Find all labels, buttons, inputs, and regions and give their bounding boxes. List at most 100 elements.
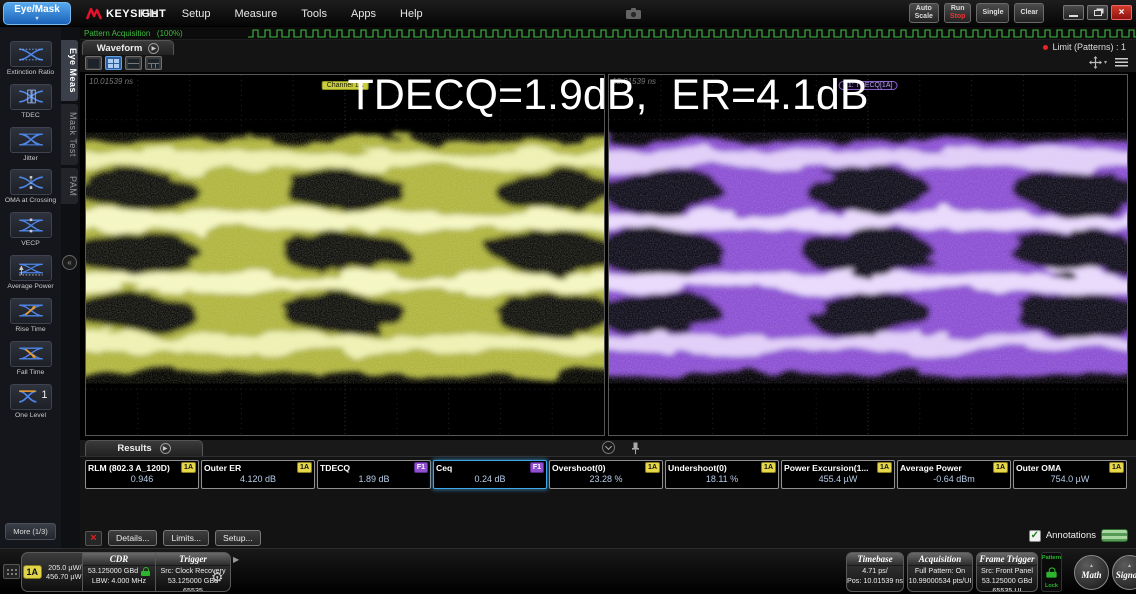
measurement-buttons: Extinction Ratio TDEC Jitter OMA at Cros… — [0, 27, 61, 548]
waveform-tab-label: Waveform — [97, 43, 143, 54]
limits-button[interactable]: Limits... — [163, 530, 209, 546]
play-icon[interactable]: ▶ — [148, 43, 159, 54]
close-button[interactable]: × — [1111, 5, 1132, 20]
menu-tools[interactable]: Tools — [301, 8, 327, 20]
clear-button[interactable]: Clear — [1014, 3, 1044, 23]
minimize-button[interactable] — [1063, 5, 1084, 20]
math-label: Math — [1081, 571, 1101, 580]
display-menu-icon[interactable] — [1115, 58, 1128, 67]
sidebar-item-tdec[interactable]: TDEC — [0, 84, 61, 120]
gear-icon[interactable]: ⚙ — [211, 569, 224, 586]
source-badge: 1A — [877, 462, 892, 473]
source-badge: F1 — [530, 462, 544, 473]
cdr-rate: 53.125000 GBd — [88, 566, 138, 576]
tab-eye-meas[interactable]: Eye Meas — [61, 40, 78, 101]
layout-single-button[interactable] — [85, 56, 102, 70]
sidebar-item-label: Fall Time — [17, 369, 45, 377]
result-cell-undershoot[interactable]: Undershoot(0)1A 18.11 % — [665, 460, 779, 489]
result-cell-ceq[interactable]: CeqF1 0.24 dB — [433, 460, 547, 489]
sidebar-item-jitter[interactable]: Jitter — [0, 127, 61, 163]
timebase-position: Pos: 10.01539 ns — [847, 576, 903, 586]
timebase-panel[interactable]: Timebase 4.71 ps/ Pos: 10.01539 ns — [846, 552, 904, 592]
auto-scale-button[interactable]: Auto Scale — [909, 3, 939, 23]
sidebar-item-rise-time[interactable]: Rise Time — [0, 298, 61, 334]
run-label: Run — [951, 5, 965, 13]
acquisition-title: Acquisition — [908, 553, 972, 566]
cdr-loop-bw: LBW: 4.000 MHz — [83, 576, 155, 586]
sidebar-tab-strip: Eye Meas Mask Test PAM — [61, 27, 80, 548]
signals-button[interactable]: ▲ Signals — [1112, 555, 1136, 590]
tab-mask-test[interactable]: Mask Test — [61, 104, 78, 165]
result-cell-tdecq[interactable]: TDECQF1 1.89 dB — [317, 460, 431, 489]
menu-measure[interactable]: Measure — [234, 8, 277, 20]
menu-help[interactable]: Help — [400, 8, 423, 20]
sidebar-item-label: OMA at Crossing — [5, 197, 56, 205]
play-icon[interactable]: ▶ — [160, 443, 171, 454]
layout-rows-button[interactable] — [125, 56, 142, 70]
more-measurements-button[interactable]: More (1/3) — [5, 523, 56, 540]
result-cell-overshoot[interactable]: Overshoot(0)1A 23.28 % — [549, 460, 663, 489]
collapse-results-button[interactable] — [602, 441, 615, 454]
layout-quad-button[interactable] — [105, 56, 122, 70]
frame-trigger-panel[interactable]: Frame Trigger Src: Front Panel 53.125000… — [976, 552, 1038, 592]
tab-pam[interactable]: PAM — [61, 168, 78, 204]
sidebar-item-extinction-ratio[interactable]: Extinction Ratio — [0, 41, 61, 77]
single-button[interactable]: Single — [976, 3, 1009, 23]
menu-setup[interactable]: Setup — [182, 8, 211, 20]
frame-trigger-rate: 53.125000 GBd — [977, 576, 1037, 586]
sidebar-item-label: One Level — [15, 412, 46, 420]
tab-results[interactable]: Results ▶ — [85, 440, 203, 456]
source-badge: 1A — [1109, 462, 1124, 473]
menu-file[interactable]: File — [140, 8, 158, 20]
delete-measurement-button[interactable]: × — [85, 531, 102, 546]
pin-icon[interactable] — [631, 442, 640, 455]
source-badge: 1A — [297, 462, 312, 473]
details-button[interactable]: Details... — [108, 530, 157, 546]
frame-trigger-length: 65535 UI — [977, 586, 1037, 592]
red-x-icon: × — [90, 533, 96, 544]
average-power-icon — [18, 261, 44, 276]
channel-1a-status[interactable]: 1A 205.0 µW/ 456.70 µW — [22, 553, 82, 591]
result-cell-outer-er[interactable]: Outer ER1A 4.120 dB — [201, 460, 315, 489]
display-toolbar: ▾ — [80, 55, 1136, 72]
clear-label: Clear — [1020, 9, 1038, 17]
sidebar-item-fall-time[interactable]: Fall Time — [0, 341, 61, 377]
setup-button[interactable]: Setup... — [215, 530, 261, 546]
expand-arrow-icon[interactable]: ▶ — [233, 555, 239, 564]
result-value: 1.89 dB — [318, 474, 430, 486]
sidebar-item-vecp[interactable]: VECP — [0, 212, 61, 248]
acquisition-panel[interactable]: Acquisition Full Pattern: On 10.99000534… — [907, 552, 973, 592]
up-triangle-icon: ▲ — [1127, 564, 1132, 569]
sidebar-collapse-button[interactable]: « — [62, 255, 77, 270]
restore-button[interactable] — [1087, 5, 1108, 20]
limit-status-dot — [1043, 45, 1048, 50]
math-button[interactable]: ▲ Math — [1074, 555, 1109, 590]
result-cell-average-power[interactable]: Average Power1A -0.64 dBm — [897, 460, 1011, 489]
menu-apps[interactable]: Apps — [351, 8, 376, 20]
timebase-title: Timebase — [847, 553, 903, 566]
result-cell-outer-oma[interactable]: Outer OMA1A 754.0 µW — [1013, 460, 1127, 489]
source-badge: 1A — [181, 462, 196, 473]
result-cell-rlm[interactable]: RLM (802.3 A_120D)1A 0.946 — [85, 460, 199, 489]
result-cell-power-excursion[interactable]: Power Excursion(1...1A 455.4 µW — [781, 460, 895, 489]
mode-selector-button[interactable]: Eye/Mask ▾ — [3, 2, 71, 25]
window-controls: × — [1063, 5, 1132, 20]
layout-mixed-button[interactable] — [145, 56, 162, 70]
sidebar-item-one-level[interactable]: 1 One Level — [0, 384, 61, 420]
sidebar-item-average-power[interactable]: Average Power — [0, 255, 61, 291]
tab-waveform[interactable]: Waveform ▶ — [82, 40, 174, 55]
auto-scale-label-2: Scale — [915, 13, 933, 21]
annotations-checkbox[interactable]: ✓ — [1029, 530, 1041, 542]
sidebar-item-oma-at-crossing[interactable]: OMA at Crossing — [0, 169, 61, 205]
result-name: Outer ER — [204, 463, 295, 473]
camera-icon[interactable] — [626, 8, 641, 19]
pattern-acquisition-bar: Pattern Acquisition (100%) — [80, 27, 1136, 40]
collapse-icon: « — [67, 258, 71, 267]
trigger-pattern-length: 65535 — [156, 586, 230, 592]
cdr-panel[interactable]: CDR 53.125000 GBd LBW: 4.000 MHz — [83, 553, 155, 591]
pan-tool-button[interactable]: ▾ — [1089, 56, 1107, 69]
panel-grid-button[interactable] — [3, 564, 20, 579]
annotation-color-button[interactable] — [1101, 529, 1128, 542]
run-stop-button[interactable]: Run Stop — [944, 3, 972, 23]
keysight-spark-icon — [86, 7, 102, 21]
